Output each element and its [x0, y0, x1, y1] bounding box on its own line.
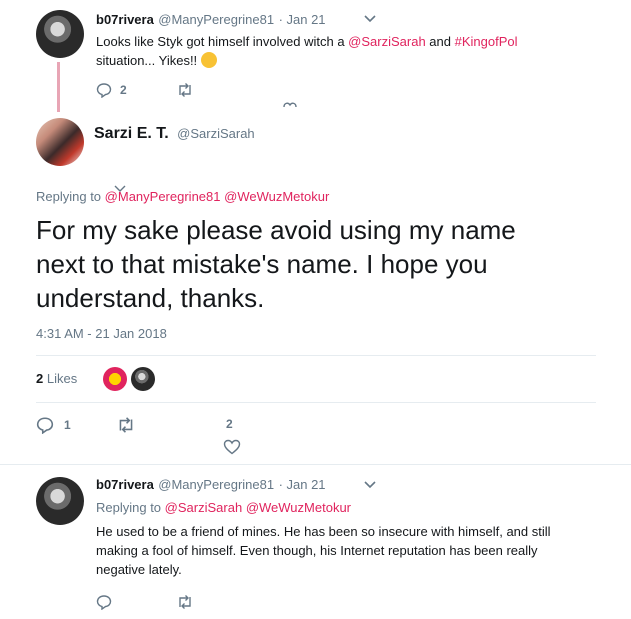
liker-avatar[interactable]	[131, 367, 155, 391]
divider	[0, 464, 631, 465]
tweet-text-part: Looks like Styk got himself involved wit…	[96, 34, 349, 49]
handle[interactable]: @ManyPeregrine81	[158, 12, 274, 27]
thread-line	[57, 62, 60, 112]
reply-icon[interactable]	[96, 594, 112, 610]
liker-avatar[interactable]	[103, 367, 127, 391]
reply-icon	[96, 82, 112, 98]
mention-link[interactable]: @ManyPeregrine81	[105, 189, 221, 204]
tweet-text-line: understand, thanks.	[36, 283, 265, 313]
handle[interactable]: @SarziSarah	[177, 126, 255, 141]
emoji: 🙃	[200, 52, 217, 68]
display-name[interactable]: Sarzi E. T.	[94, 125, 169, 142]
reply-count: 1	[64, 418, 71, 432]
reply-count: 2	[120, 83, 127, 97]
tweet-timestamp[interactable]: 4:31 AM - 21 Jan 2018	[36, 326, 167, 341]
reply-button[interactable]: 1	[36, 416, 71, 434]
divider	[36, 355, 596, 356]
tweet-date[interactable]: · Jan 21	[279, 477, 326, 492]
tweet-text-line: For my sake please avoid using my name	[36, 215, 516, 245]
reply-icon	[36, 416, 54, 434]
handle[interactable]: @ManyPeregrine81	[158, 477, 274, 492]
reply-button[interactable]: 2	[96, 82, 127, 98]
chevron-down-icon[interactable]	[364, 14, 376, 24]
tweet-text-line: negative lately.	[96, 562, 182, 577]
avatar[interactable]	[36, 118, 84, 166]
tweet-text-part: and	[425, 34, 455, 49]
avatar[interactable]	[36, 10, 84, 58]
likes-link[interactable]: 2 Likes	[36, 371, 77, 386]
tweet-text: For my sake please avoid using my name n…	[36, 213, 616, 315]
tweet-text: He used to be a friend of mines. He has …	[96, 522, 616, 579]
avatar[interactable]	[36, 477, 84, 525]
mention-link[interactable]: @SarziSarah	[165, 500, 243, 515]
mention-link[interactable]: @WeWuzMetokur	[246, 500, 351, 515]
tweet-text-line: next to that mistake's name. I hope you	[36, 249, 488, 279]
display-name[interactable]: b07rivera	[96, 477, 154, 492]
mention-link[interactable]: @WeWuzMetokur	[224, 189, 329, 204]
heart-icon[interactable]	[223, 439, 241, 455]
retweet-icon[interactable]	[176, 594, 194, 610]
tweet-text-line: making a fool of himself. Even though, h…	[96, 543, 538, 558]
hashtag-link[interactable]: #KingofPol	[455, 34, 518, 49]
tweet-text-part: situation... Yikes!!	[96, 53, 198, 68]
tweet-text-line: He used to be a friend of mines. He has …	[96, 524, 551, 539]
divider	[36, 402, 596, 403]
tweet-date[interactable]: · Jan 21	[279, 12, 326, 27]
mention-link[interactable]: @SarziSarah	[348, 34, 426, 49]
like-count: 2	[226, 417, 233, 431]
replying-to-label: Replying to	[96, 500, 162, 515]
likes-count: 2	[36, 371, 44, 386]
replying-to-label: Replying to	[36, 189, 102, 204]
retweet-icon[interactable]	[116, 416, 136, 434]
heart-outline-icon	[282, 100, 298, 108]
chevron-down-icon[interactable]	[364, 480, 376, 490]
display-name[interactable]: b07rivera	[96, 12, 154, 27]
likes-label: Likes	[46, 371, 78, 386]
retweet-icon[interactable]	[176, 82, 194, 98]
